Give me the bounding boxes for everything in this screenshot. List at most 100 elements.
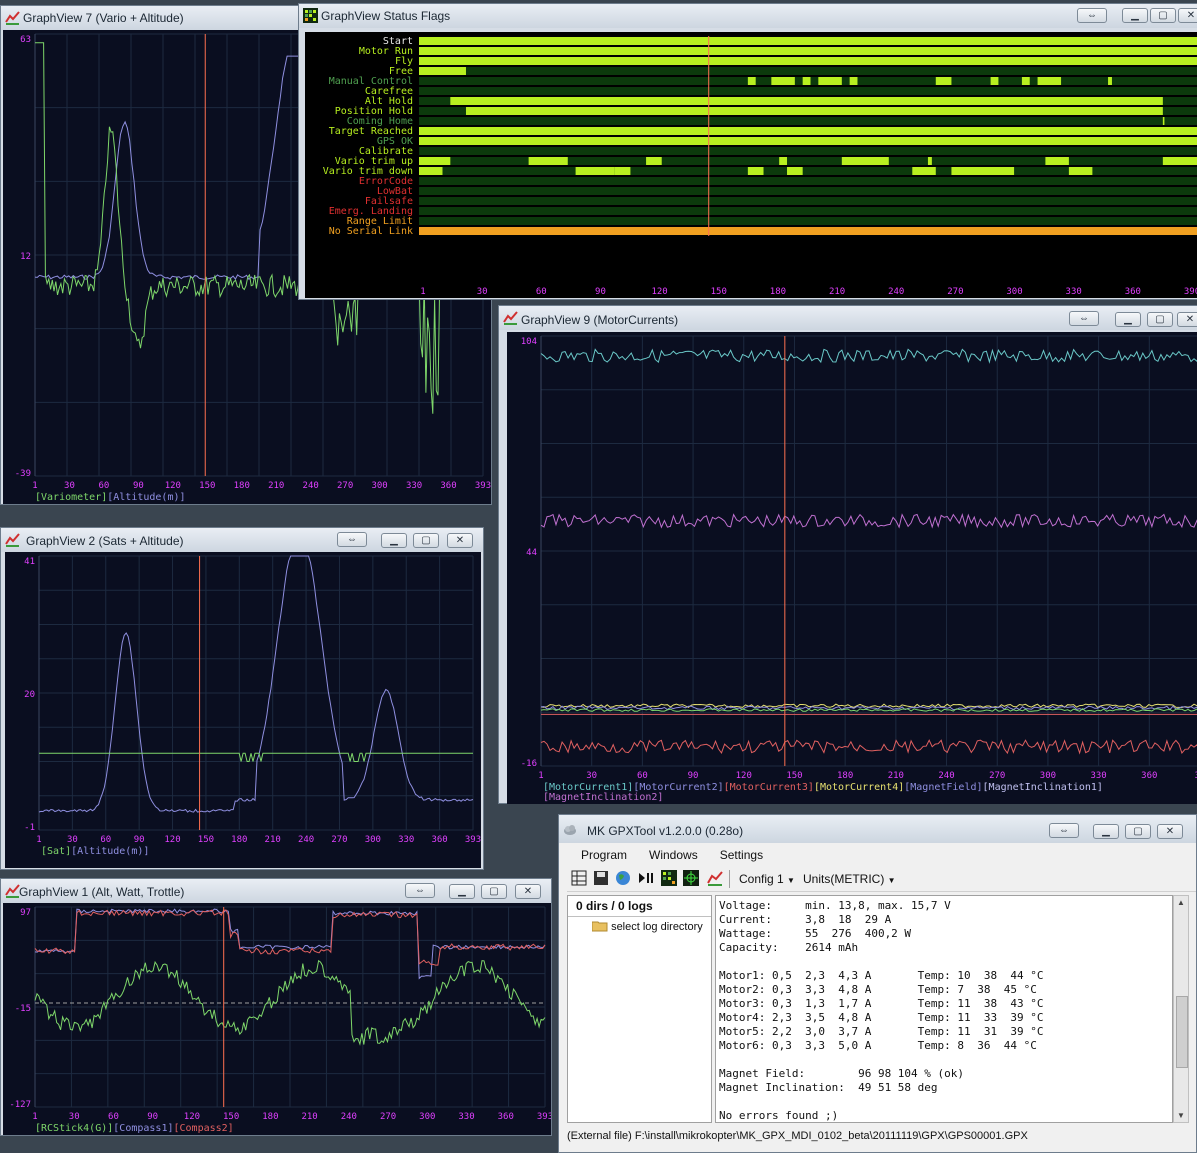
x-tick-label: 270: [380, 1112, 396, 1122]
maximize-button[interactable]: ▢: [481, 884, 507, 899]
summary-line: [719, 1095, 1044, 1109]
menu-settings[interactable]: Settings: [720, 845, 763, 865]
graph-icon[interactable]: [707, 870, 723, 886]
flag-label: No Serial Link: [329, 226, 413, 237]
x-tick-label: 210: [265, 835, 281, 845]
disk-icon[interactable]: [593, 870, 609, 886]
summary-line: No errors found ;): [719, 1109, 839, 1122]
chevron-down-icon: ▼: [787, 876, 795, 885]
target-icon[interactable]: [683, 870, 699, 886]
play-icon[interactable]: [637, 870, 655, 886]
minimize-button[interactable]: ▁: [449, 884, 475, 899]
minimize-button[interactable]: ▁: [1093, 824, 1119, 839]
x-tick-label: 60: [536, 287, 547, 297]
gpxtool-window[interactable]: MK GPXTool v1.2.0.0 (0.28o) ⇔ ▁ ▢ ✕ Prog…: [558, 814, 1197, 1153]
graphview1-plot[interactable]: 97 -15 -127 1 30 60 90 120 150 180 210 240 270 300 330…: [3, 903, 551, 1135]
x-tick-label: 360: [1125, 287, 1141, 297]
summary-line: Wattage: 55 276 400,2 W: [719, 927, 912, 940]
status-flags-plot[interactable]: Start Motor Run Fly Free Manual Control Caref…: [305, 32, 1197, 298]
x-tick-label: 180: [837, 771, 853, 781]
maximize-button[interactable]: ▢: [413, 533, 439, 548]
close-button[interactable]: ✕: [1157, 824, 1183, 839]
grid-icon[interactable]: [571, 870, 587, 886]
select-log-directory-label: select log directory: [611, 921, 703, 933]
summary-line: [719, 955, 1044, 969]
scroll-up-arrow[interactable]: ▲: [1177, 898, 1185, 907]
x-tick-label: 60: [637, 771, 648, 781]
maximize-button[interactable]: ▢: [1147, 312, 1173, 327]
summary-text: Voltage: min. 13,8, max. 15,7 V Current: …: [719, 899, 1044, 1122]
gpxtool-titlebar[interactable]: MK GPXTool v1.2.0.0 (0.28o) ⇔ ▁ ▢ ✕: [559, 815, 1196, 843]
flag-track: [419, 197, 1197, 205]
globe-icon[interactable]: [615, 870, 631, 886]
select-log-directory-item[interactable]: select log directory: [591, 920, 703, 933]
graphview9-plot[interactable]: 104 44 -16 1 30 60 90 120 150 180 210 240 270 300 330 3…: [507, 332, 1197, 804]
close-button[interactable]: ✕: [1177, 312, 1197, 327]
status-flags-window[interactable]: GraphView Status Flags ⇔ ▁ ▢ ✕ Start Moto…: [298, 3, 1197, 300]
units-dropdown[interactable]: Units(METRIC) ▼: [803, 869, 896, 891]
scroll-thumb[interactable]: [1176, 996, 1188, 1068]
x-tick-label: 390: [1184, 287, 1197, 297]
summary-line: Current: 3,8 18 29 A: [719, 913, 892, 926]
flag-track: [419, 147, 1197, 155]
restore-pin-button[interactable]: ⇔: [337, 532, 367, 547]
graph-icon: [5, 533, 20, 547]
restore-pin-button[interactable]: ⇔: [1069, 311, 1099, 326]
y-tick-label: -127: [9, 1100, 31, 1110]
menu-windows[interactable]: Windows: [649, 845, 698, 865]
summary-line: Capacity: 2614 mAh: [719, 941, 859, 954]
vertical-scrollbar[interactable]: ▲ ▼: [1173, 895, 1189, 1123]
config-dropdown[interactable]: Config 1 ▼: [739, 869, 795, 891]
flag-on-segment: [841, 157, 889, 165]
minimize-button[interactable]: ▁: [381, 533, 407, 548]
graph-icon: [503, 311, 518, 325]
x-tick-label: 240: [303, 481, 319, 491]
x-tick-label: 30: [67, 835, 78, 845]
y-tick-label: 44: [526, 548, 537, 558]
graphview1-titlebar[interactable]: GraphView 1 (Alt, Watt, Trottle) ⇔ ▁ ▢ ✕: [1, 879, 551, 903]
x-tick-label: 30: [477, 287, 488, 297]
plot-background: [5, 552, 481, 868]
status-flags-titlebar[interactable]: GraphView Status Flags ⇔ ▁ ▢ ✕: [299, 4, 1197, 28]
maximize-button[interactable]: ▢: [1125, 824, 1151, 839]
x-tick-label: 393: [537, 1112, 551, 1122]
legend-entry: [Altitude(m)]: [107, 492, 185, 503]
graphview9-titlebar[interactable]: GraphView 9 (MotorCurrents) ⇔ ▁ ▢ ✕: [499, 306, 1197, 330]
flag-on-segment: [1021, 77, 1030, 85]
x-tick-label: 240: [888, 287, 904, 297]
restore-pin-button[interactable]: ⇔: [1077, 8, 1107, 23]
x-tick-label: 30: [64, 481, 75, 491]
x-tick-label: 240: [341, 1112, 357, 1122]
flag-track: [419, 87, 1197, 95]
close-button[interactable]: ✕: [515, 884, 541, 899]
scroll-down-arrow[interactable]: ▼: [1177, 1111, 1185, 1120]
flag-track: [419, 117, 1197, 125]
x-tick-label: 30: [69, 1112, 80, 1122]
maximize-button[interactable]: ▢: [1150, 8, 1176, 23]
graphview9-window[interactable]: GraphView 9 (MotorCurrents) ⇔ ▁ ▢ ✕ 104 4…: [498, 305, 1197, 804]
close-button[interactable]: ✕: [447, 533, 473, 548]
summary-line: Magnet Inclination: 49 51 58 deg: [719, 1081, 938, 1094]
x-tick-label: 150: [711, 287, 727, 297]
legend-entry: [Altitude(m)]: [71, 846, 149, 857]
summary-line: Voltage: min. 13,8, max. 15,7 V: [719, 899, 951, 912]
menu-program[interactable]: Program: [581, 845, 627, 865]
flag-on-segment: [1037, 77, 1062, 85]
summary-line: Motor4: 2,3 3,5 4,8 A Temp: 11 33 39 °C: [719, 1011, 1044, 1024]
x-tick-label: 330: [1090, 771, 1106, 781]
graphview1-window[interactable]: GraphView 1 (Alt, Watt, Trottle) ⇔ ▁ ▢ ✕…: [0, 878, 552, 1136]
graphview2-plot[interactable]: 41 20 -1 1 30 60 90 120 150 180 210 240 270 300 330 360…: [5, 552, 481, 868]
x-tick-label: 150: [223, 1112, 239, 1122]
graphview2-titlebar[interactable]: GraphView 2 (Sats + Altitude) ⇔ ▁ ▢ ✕: [1, 528, 483, 552]
x-tick-label: 180: [262, 1112, 278, 1122]
close-button[interactable]: ✕: [1178, 8, 1197, 23]
x-tick-label: 60: [108, 1112, 119, 1122]
minimize-button[interactable]: ▁: [1115, 312, 1141, 327]
status-grid-icon[interactable]: [661, 870, 677, 886]
restore-pin-button[interactable]: ⇔: [405, 883, 435, 898]
summary-line: Motor5: 2,2 3,0 3,7 A Temp: 11 31 39 °C: [719, 1025, 1044, 1038]
restore-pin-button[interactable]: ⇔: [1049, 823, 1079, 838]
graphview2-window[interactable]: GraphView 2 (Sats + Altitude) ⇔ ▁ ▢ ✕ 41…: [0, 527, 484, 870]
toolbar: Config 1 ▼ Units(METRIC) ▼: [567, 867, 1196, 892]
minimize-button[interactable]: ▁: [1122, 8, 1148, 23]
